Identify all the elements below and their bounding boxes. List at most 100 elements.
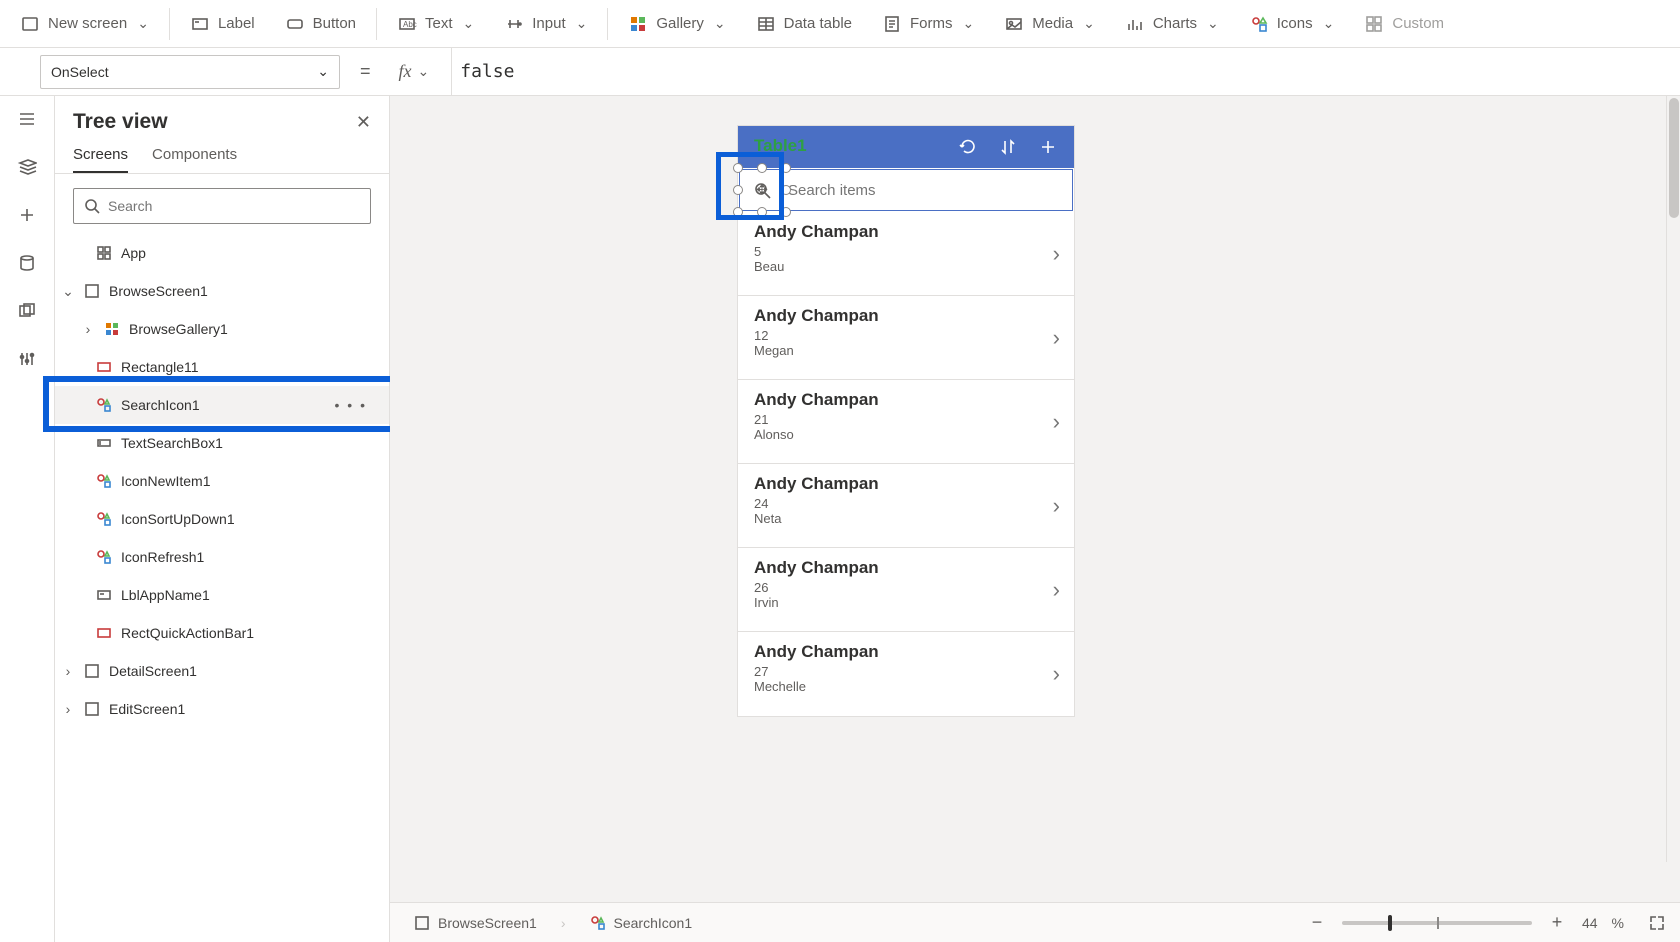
zoom-slider[interactable]: [1342, 921, 1532, 925]
collapse-icon[interactable]: ⌄: [61, 283, 75, 300]
label-icon: [95, 586, 113, 604]
gallery-row[interactable]: Andy Champan 5 Beau ›: [738, 212, 1074, 296]
tree-tabs: Screens Components: [55, 138, 389, 174]
chevron-right-icon[interactable]: ›: [1053, 577, 1060, 603]
tree-view-rail-button[interactable]: [16, 156, 38, 178]
chevron-right-icon[interactable]: ›: [1053, 325, 1060, 351]
app-icon: [95, 244, 113, 262]
tree-node-editscreen1[interactable]: › EditScreen1: [55, 690, 389, 728]
formula-input[interactable]: [451, 48, 1680, 95]
tree-node-searchicon1[interactable]: SearchIcon1 • • •: [55, 386, 389, 424]
gallery-menu[interactable]: Gallery: [614, 6, 739, 42]
more-options-button[interactable]: • • •: [335, 397, 367, 413]
tree-label: TextSearchBox1: [121, 435, 223, 451]
data-table-button[interactable]: Data table: [742, 6, 866, 42]
fx-expand-button[interactable]: fx ⌄: [391, 61, 438, 82]
button-button[interactable]: Button: [271, 6, 370, 42]
tab-components[interactable]: Components: [152, 146, 237, 173]
gallery-row[interactable]: Andy Champan 12 Megan ›: [738, 296, 1074, 380]
custom-label: Custom: [1392, 15, 1444, 32]
row-title: Andy Champan: [754, 306, 1058, 326]
shape-icon: [95, 624, 113, 642]
text-menu[interactable]: Abc Text: [383, 6, 488, 42]
gallery-row[interactable]: Andy Champan 26 Irvin ›: [738, 548, 1074, 632]
breadcrumb-label: BrowseScreen1: [438, 915, 537, 931]
tree-node-iconsortupdown1[interactable]: IconSortUpDown1: [55, 500, 389, 538]
screen-icon: [83, 700, 101, 718]
property-selector[interactable]: OnSelect ⌄: [40, 55, 340, 89]
expand-icon[interactable]: ›: [61, 663, 75, 679]
zoom-in-button[interactable]: +: [1546, 912, 1568, 933]
tree-node-detailscreen1[interactable]: › DetailScreen1: [55, 652, 389, 690]
media-menu[interactable]: Media: [990, 6, 1109, 42]
gallery-row[interactable]: Andy Champan 21 Alonso ›: [738, 380, 1074, 464]
gallery-row[interactable]: Andy Champan 24 Neta ›: [738, 464, 1074, 548]
expand-icon[interactable]: ›: [61, 701, 75, 717]
media-rail-button[interactable]: [16, 300, 38, 322]
hamburger-icon[interactable]: [16, 108, 38, 130]
icons-icon: [590, 915, 606, 931]
new-screen-button[interactable]: New screen: [6, 6, 163, 42]
advanced-rail-button[interactable]: [16, 348, 38, 370]
row-title: Andy Champan: [754, 390, 1058, 410]
data-table-label: Data table: [784, 15, 852, 32]
textinput-icon: [95, 434, 113, 452]
tree-node-rectangle11[interactable]: Rectangle11: [55, 348, 389, 386]
input-menu[interactable]: Input: [490, 6, 601, 42]
zoom-unit: %: [1612, 915, 1624, 931]
tree-node-iconnewitem1[interactable]: IconNewItem1: [55, 462, 389, 500]
tree-node-browsescreen[interactable]: ⌄ BrowseScreen1: [55, 272, 389, 310]
tree-node-browsegallery[interactable]: › BrowseGallery1: [55, 310, 389, 348]
tab-screens[interactable]: Screens: [73, 146, 128, 173]
chevron-right-icon[interactable]: ›: [1053, 241, 1060, 267]
gallery[interactable]: Andy Champan 5 Beau › Andy Champan 12 Me…: [738, 212, 1074, 716]
charts-label: Charts: [1153, 15, 1197, 32]
tree-node-rectquickactionbar1[interactable]: RectQuickActionBar1: [55, 614, 389, 652]
custom-menu[interactable]: Custom: [1350, 6, 1458, 42]
icons-icon: [95, 472, 113, 490]
chevron-right-icon[interactable]: ›: [1053, 409, 1060, 435]
text-label: Text: [425, 15, 453, 32]
sort-icon[interactable]: [998, 137, 1018, 157]
plus-icon[interactable]: [1038, 137, 1058, 157]
search-icon-control[interactable]: ✥: [740, 170, 784, 210]
expand-icon[interactable]: ›: [81, 321, 95, 337]
screen-icon: [83, 282, 101, 300]
row-caption: Megan: [754, 343, 1058, 358]
chevron-right-icon[interactable]: ›: [1053, 493, 1060, 519]
tree-search-input[interactable]: [108, 198, 360, 214]
tree-node-app[interactable]: App: [55, 234, 389, 272]
tree-label: DetailScreen1: [109, 663, 197, 679]
forms-icon: [882, 14, 902, 34]
tree-search[interactable]: [73, 188, 371, 224]
row-caption: Alonso: [754, 427, 1058, 442]
refresh-icon[interactable]: [958, 137, 978, 157]
canvas[interactable]: Table1 ✥: [390, 96, 1680, 902]
screen-icon: [20, 14, 40, 34]
canvas-footer: BrowseScreen1 › SearchIcon1 − + 44 %: [390, 902, 1680, 942]
vertical-scrollbar[interactable]: [1666, 96, 1680, 862]
forms-menu[interactable]: Forms: [868, 6, 988, 42]
row-caption: Beau: [754, 259, 1058, 274]
icons-menu[interactable]: Icons: [1235, 6, 1349, 42]
search-items-input[interactable]: [784, 182, 1072, 199]
data-rail-button[interactable]: [16, 252, 38, 274]
tree-node-lblappname1[interactable]: LblAppName1: [55, 576, 389, 614]
charts-menu[interactable]: Charts: [1111, 6, 1233, 42]
zoom-out-button[interactable]: −: [1306, 912, 1328, 933]
chevron-right-icon[interactable]: ›: [1053, 661, 1060, 687]
close-icon[interactable]: ✕: [356, 112, 371, 133]
phone-preview[interactable]: Table1 ✥: [738, 126, 1074, 716]
screen-icon: [83, 662, 101, 680]
breadcrumb-element[interactable]: SearchIcon1: [580, 911, 703, 935]
tree-node-iconrefresh1[interactable]: IconRefresh1: [55, 538, 389, 576]
label-button[interactable]: Label: [176, 6, 269, 42]
gallery-row[interactable]: Andy Champan 27 Mechelle ›: [738, 632, 1074, 716]
breadcrumb-screen[interactable]: BrowseScreen1: [404, 911, 547, 935]
label-icon: [190, 14, 210, 34]
fit-to-window-icon[interactable]: [1648, 914, 1666, 932]
gallery-label: Gallery: [656, 15, 704, 32]
tree-node-textsearchbox1[interactable]: TextSearchBox1: [55, 424, 389, 462]
tree-label: Rectangle11: [121, 359, 199, 375]
insert-rail-button[interactable]: [16, 204, 38, 226]
